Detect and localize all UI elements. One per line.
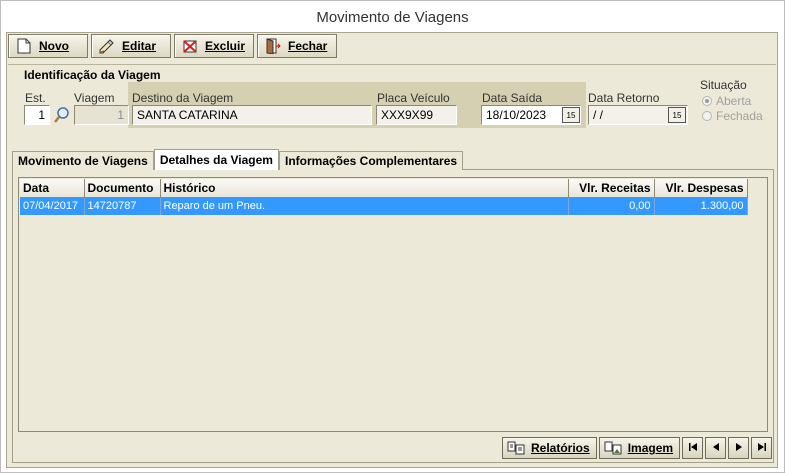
tab-detalhes[interactable]: Detalhes da Viagem bbox=[153, 149, 279, 170]
image-icon bbox=[604, 441, 622, 455]
aberta-label: Aberta bbox=[716, 94, 752, 108]
retorno-label: Data Retorno bbox=[588, 91, 660, 105]
col-historico[interactable]: Histórico bbox=[160, 179, 569, 198]
destino-field[interactable]: SANTA CATARINA bbox=[132, 105, 372, 125]
bottom-toolbar: Relatórios Imagem bbox=[502, 437, 773, 459]
saida-label: Data Saída bbox=[482, 91, 543, 105]
prev-record-button[interactable] bbox=[705, 437, 727, 459]
tab-strip: Movimento de Viagens Detalhes da Viagem … bbox=[12, 149, 464, 170]
cell-historico: Reparo de um Pneu. bbox=[160, 197, 569, 215]
situacao-label: Situação bbox=[700, 78, 747, 92]
prev-icon bbox=[711, 441, 721, 455]
table-row[interactable]: 07/04/2017 14720787 Reparo de um Pneu. 0… bbox=[20, 197, 748, 215]
title-bar: Movimento de Viagens bbox=[1, 1, 784, 33]
novo-label: Novo bbox=[39, 39, 69, 53]
cell-despesas: 1.300,00 bbox=[654, 197, 748, 215]
viagem-field: 1 bbox=[74, 105, 129, 125]
placa-label: Placa Veículo bbox=[377, 91, 450, 105]
relatorios-label: Relatórios bbox=[531, 441, 590, 455]
tab-movimento[interactable]: Movimento de Viagens bbox=[12, 151, 154, 170]
toolbar-divider bbox=[8, 64, 776, 65]
radio-fechada[interactable] bbox=[702, 111, 712, 121]
novo-button[interactable]: Novo bbox=[8, 34, 88, 58]
tab-informacoes[interactable]: Informações Complementares bbox=[278, 151, 464, 170]
delete-icon bbox=[181, 38, 199, 54]
first-icon bbox=[688, 441, 698, 455]
report-icon bbox=[507, 441, 525, 455]
est-field[interactable]: 1 bbox=[24, 105, 50, 125]
cell-documento: 14720787 bbox=[84, 197, 161, 215]
fechar-button[interactable]: Fechar bbox=[257, 34, 337, 58]
est-label: Est. bbox=[25, 91, 46, 105]
edit-icon bbox=[98, 38, 116, 54]
situacao-fechada-radio[interactable]: Fechada bbox=[702, 109, 763, 123]
last-icon bbox=[757, 441, 767, 455]
close-door-icon bbox=[264, 38, 282, 54]
cell-data: 07/04/2017 bbox=[20, 197, 85, 215]
col-documento[interactable]: Documento bbox=[84, 179, 161, 198]
destino-label: Destino da Viagem bbox=[132, 91, 234, 105]
excluir-button[interactable]: Excluir bbox=[174, 34, 254, 58]
col-receitas[interactable]: Vlr. Receitas bbox=[568, 179, 655, 198]
situacao-aberta-radio[interactable]: Aberta bbox=[702, 94, 751, 108]
fechar-label: Fechar bbox=[288, 39, 328, 53]
radio-aberta[interactable] bbox=[702, 96, 712, 106]
editar-button[interactable]: Editar bbox=[91, 34, 171, 58]
imagem-label: Imagem bbox=[627, 441, 674, 455]
identificacao-title: Identificação da Viagem bbox=[24, 68, 161, 82]
cell-receitas: 0,00 bbox=[568, 197, 655, 215]
new-document-icon bbox=[15, 38, 33, 54]
grid-header-row: Data Documento Histórico Vlr. Receitas V… bbox=[20, 179, 748, 198]
next-record-button[interactable] bbox=[728, 437, 750, 459]
next-icon bbox=[734, 441, 744, 455]
placa-field[interactable]: XXX9X99 bbox=[376, 105, 457, 125]
imagem-button[interactable]: Imagem bbox=[598, 437, 681, 459]
excluir-label: Excluir bbox=[204, 39, 245, 53]
first-record-button[interactable] bbox=[682, 437, 704, 459]
viagem-label: Viagem bbox=[74, 91, 115, 105]
search-icon[interactable] bbox=[53, 106, 71, 124]
calendar-icon-retorno[interactable]: 15 bbox=[668, 107, 686, 123]
calendar-icon[interactable]: 15 bbox=[562, 107, 580, 123]
col-despesas[interactable]: Vlr. Despesas bbox=[654, 179, 748, 198]
window-title: Movimento de Viagens bbox=[316, 9, 469, 26]
toolbar: Novo Editar Excluir Fechar bbox=[8, 34, 337, 62]
fechada-label: Fechada bbox=[716, 109, 763, 123]
editar-label: Editar bbox=[122, 39, 157, 53]
last-record-button[interactable] bbox=[751, 437, 773, 459]
col-data[interactable]: Data bbox=[20, 179, 85, 198]
relatorios-button[interactable]: Relatórios bbox=[502, 437, 597, 459]
detalhes-grid: Data Documento Histórico Vlr. Receitas V… bbox=[18, 177, 768, 432]
